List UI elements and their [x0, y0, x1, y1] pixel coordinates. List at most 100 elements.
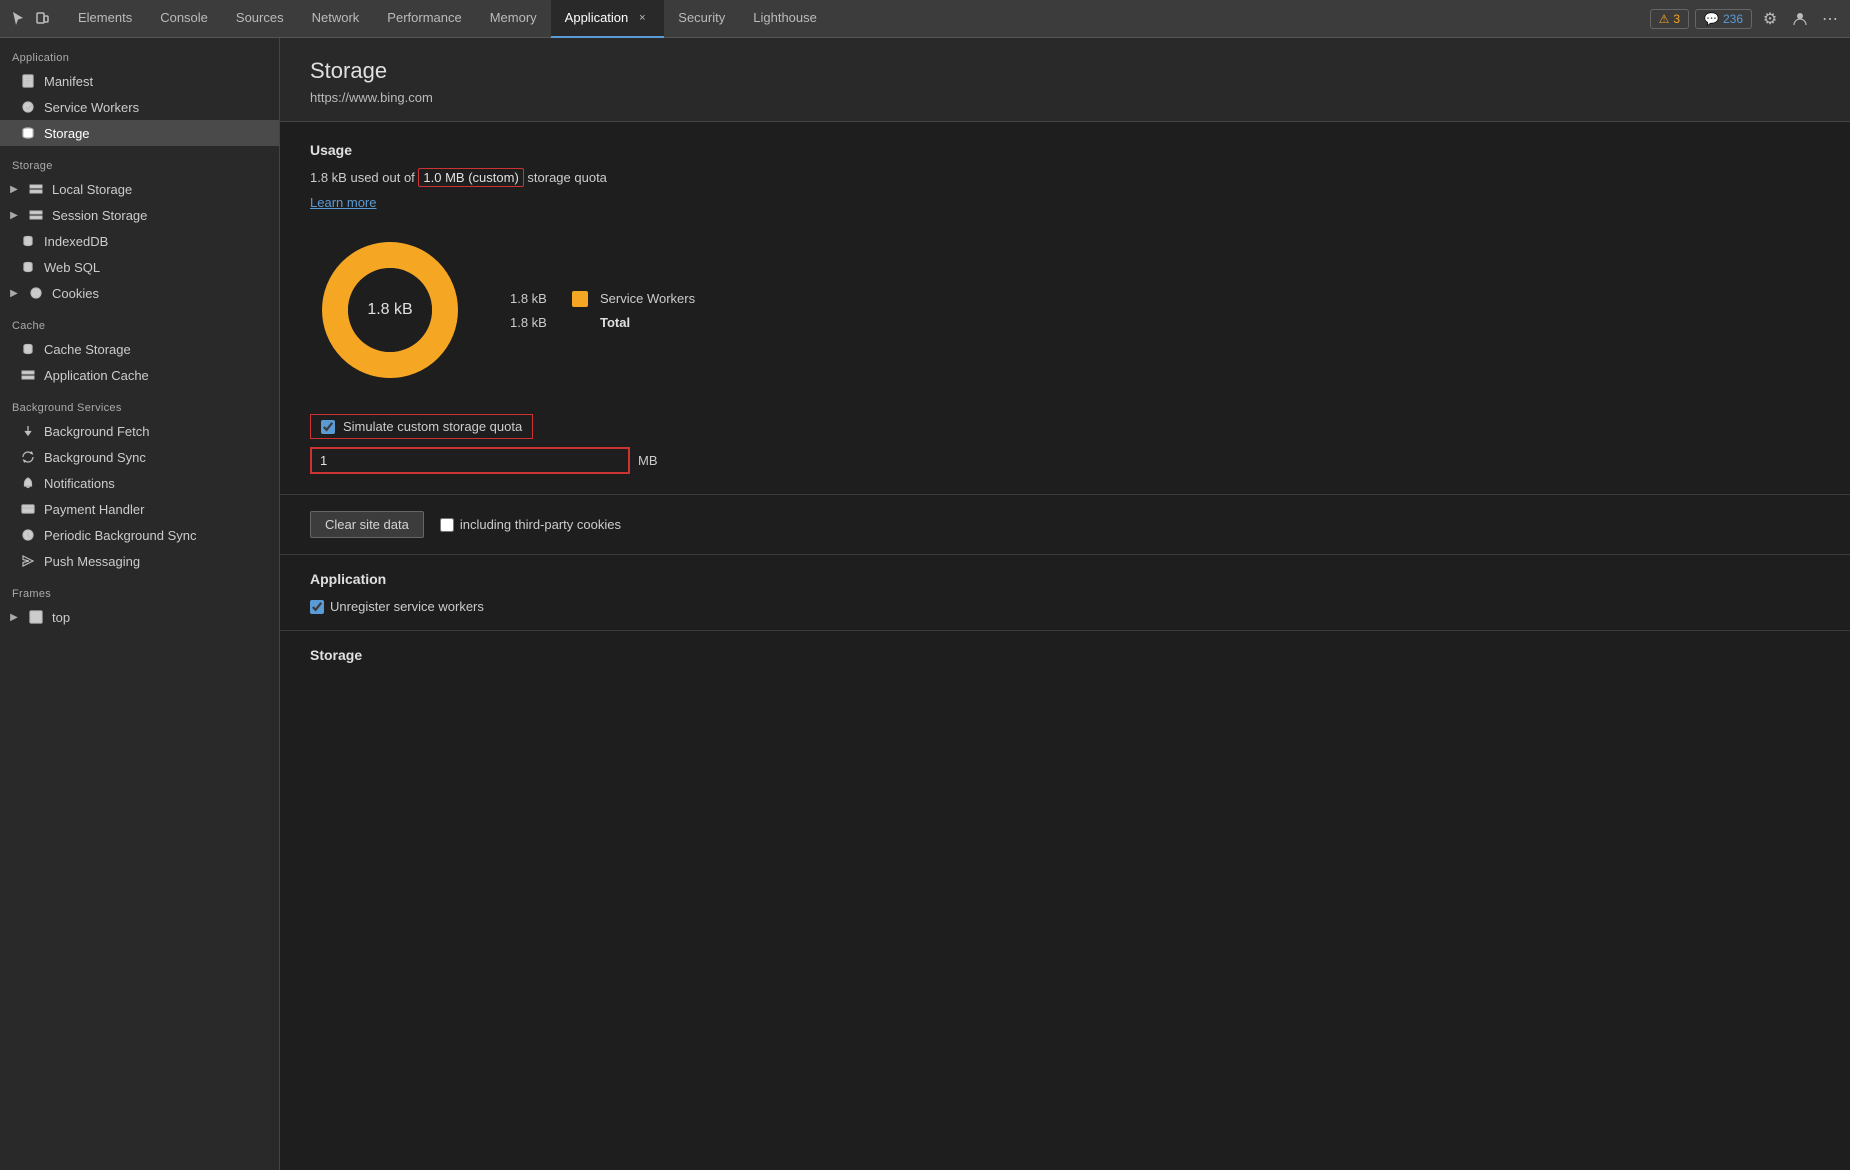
sidebar-item-notifications[interactable]: Notifications: [0, 470, 279, 496]
tab-list: Elements Console Sources Network Perform…: [64, 0, 1650, 38]
tab-elements[interactable]: Elements: [64, 0, 146, 38]
unregister-sw-label: Unregister service workers: [330, 599, 484, 614]
app-section: Application Unregister service workers: [280, 555, 1850, 631]
usage-text: 1.8 kB used out of 1.0 MB (custom) stora…: [310, 168, 1820, 187]
storage-section-heading: Storage: [310, 647, 1820, 663]
tab-memory[interactable]: Memory: [476, 0, 551, 38]
custom-quota-value: 1.0 MB (custom): [418, 168, 523, 187]
periodic-bg-sync-icon: [20, 527, 36, 543]
session-storage-arrow: ▶: [8, 210, 20, 221]
sidebar-item-background-sync[interactable]: Background Sync: [0, 444, 279, 470]
sidebar-item-local-storage[interactable]: ▶ Local Storage: [0, 176, 279, 202]
legend-row-service-workers: 1.8 kB Service Workers: [510, 291, 695, 307]
storage-icon: [20, 125, 36, 141]
sidebar: Application Manifest Service Workers Sto…: [0, 38, 280, 1170]
cookies-arrow: ▶: [8, 288, 20, 299]
clear-section: Clear site data including third-party co…: [280, 495, 1850, 555]
legend-label-total: Total: [600, 315, 630, 330]
main-layout: Application Manifest Service Workers Sto…: [0, 38, 1850, 1170]
web-sql-icon: [20, 259, 36, 275]
sidebar-item-payment-handler[interactable]: Payment Handler: [0, 496, 279, 522]
background-fetch-icon: [20, 423, 36, 439]
learn-more-link[interactable]: Learn more: [310, 195, 1820, 210]
simulate-wrapper: Simulate custom storage quota: [310, 414, 1820, 439]
sidebar-section-bg-services: Background Services: [0, 388, 279, 418]
storage-clear-section: Storage: [280, 631, 1850, 691]
legend-row-total: 1.8 kB Total: [510, 315, 695, 330]
tab-close-icon[interactable]: ×: [634, 10, 650, 26]
payment-handler-icon: [20, 501, 36, 517]
devtools-icons: [8, 9, 52, 29]
application-cache-icon: [20, 367, 36, 383]
chart-legend: 1.8 kB Service Workers 1.8 kB Total: [510, 291, 695, 330]
warning-count: 3: [1673, 12, 1680, 26]
info-badge[interactable]: 💬 236: [1695, 9, 1752, 29]
simulate-quota-label: Simulate custom storage quota: [343, 419, 522, 434]
legend-swatch-sw: [572, 291, 588, 307]
cursor-icon[interactable]: [8, 9, 28, 29]
settings-button[interactable]: ⚙: [1758, 7, 1782, 31]
sidebar-item-manifest[interactable]: Manifest: [0, 68, 279, 94]
simulate-quota-checkbox[interactable]: [321, 420, 335, 434]
sidebar-item-session-storage[interactable]: ▶ Session Storage: [0, 202, 279, 228]
tab-sources[interactable]: Sources: [222, 0, 298, 38]
tab-network[interactable]: Network: [298, 0, 374, 38]
content-panel: Storage https://www.bing.com Usage 1.8 k…: [280, 38, 1850, 1170]
push-messaging-icon: [20, 553, 36, 569]
topbar: Elements Console Sources Network Perform…: [0, 0, 1850, 38]
frames-top-icon: [28, 609, 44, 625]
tab-lighthouse[interactable]: Lighthouse: [739, 0, 831, 38]
sidebar-section-cache: Cache: [0, 306, 279, 336]
sidebar-item-background-fetch[interactable]: Background Fetch: [0, 418, 279, 444]
sidebar-section-frames: Frames: [0, 574, 279, 604]
cache-storage-icon: [20, 341, 36, 357]
simulate-quota-row: Simulate custom storage quota: [310, 414, 533, 439]
session-storage-icon: [28, 207, 44, 223]
sidebar-item-web-sql[interactable]: Web SQL: [0, 254, 279, 280]
service-workers-icon: [20, 99, 36, 115]
quota-unit-label: MB: [638, 453, 658, 468]
third-party-row: including third-party cookies: [440, 517, 621, 532]
site-url: https://www.bing.com: [310, 90, 1820, 105]
chart-area: 1.8 kB 1.8 kB Service Workers 1.8 kB Tot…: [310, 230, 1820, 390]
sidebar-item-periodic-bg-sync[interactable]: Periodic Background Sync: [0, 522, 279, 548]
warning-badge[interactable]: ⚠ 3: [1650, 9, 1689, 29]
sidebar-section-application: Application: [0, 38, 279, 68]
manifest-icon: [20, 73, 36, 89]
topbar-right: ⚠ 3 💬 236 ⚙ ⋯: [1650, 7, 1842, 31]
third-party-label: including third-party cookies: [460, 517, 621, 532]
unregister-sw-checkbox[interactable]: [310, 600, 324, 614]
sidebar-item-cookies[interactable]: ▶ Cookies: [0, 280, 279, 306]
sidebar-item-service-workers[interactable]: Service Workers: [0, 94, 279, 120]
notifications-icon: [20, 475, 36, 491]
device-icon[interactable]: [32, 9, 52, 29]
legend-value-total: 1.8 kB: [510, 315, 560, 330]
app-section-heading: Application: [310, 571, 1820, 587]
sidebar-item-push-messaging[interactable]: Push Messaging: [0, 548, 279, 574]
sidebar-item-application-cache[interactable]: Application Cache: [0, 362, 279, 388]
local-storage-icon: [28, 181, 44, 197]
background-sync-icon: [20, 449, 36, 465]
third-party-checkbox[interactable]: [440, 518, 454, 532]
clear-site-data-button[interactable]: Clear site data: [310, 511, 424, 538]
local-storage-arrow: ▶: [8, 184, 20, 195]
legend-label-sw: Service Workers: [600, 291, 695, 306]
page-title: Storage: [310, 58, 1820, 84]
sidebar-item-storage[interactable]: Storage: [0, 120, 279, 146]
sidebar-item-cache-storage[interactable]: Cache Storage: [0, 336, 279, 362]
tab-security[interactable]: Security: [664, 0, 739, 38]
user-button[interactable]: [1788, 7, 1812, 31]
info-count: 236: [1723, 12, 1743, 26]
tab-console[interactable]: Console: [146, 0, 222, 38]
sidebar-item-frames-top[interactable]: ▶ top: [0, 604, 279, 630]
usage-title: Usage: [310, 142, 1820, 158]
tab-application[interactable]: Application ×: [551, 0, 665, 38]
more-button[interactable]: ⋯: [1818, 7, 1842, 31]
indexeddb-icon: [20, 233, 36, 249]
quota-input-field[interactable]: [310, 447, 630, 474]
legend-value-sw: 1.8 kB: [510, 291, 560, 306]
sidebar-item-indexeddb[interactable]: IndexedDB: [0, 228, 279, 254]
info-icon: 💬: [1704, 12, 1719, 26]
donut-center-label: 1.8 kB: [367, 301, 412, 319]
tab-performance[interactable]: Performance: [373, 0, 475, 38]
